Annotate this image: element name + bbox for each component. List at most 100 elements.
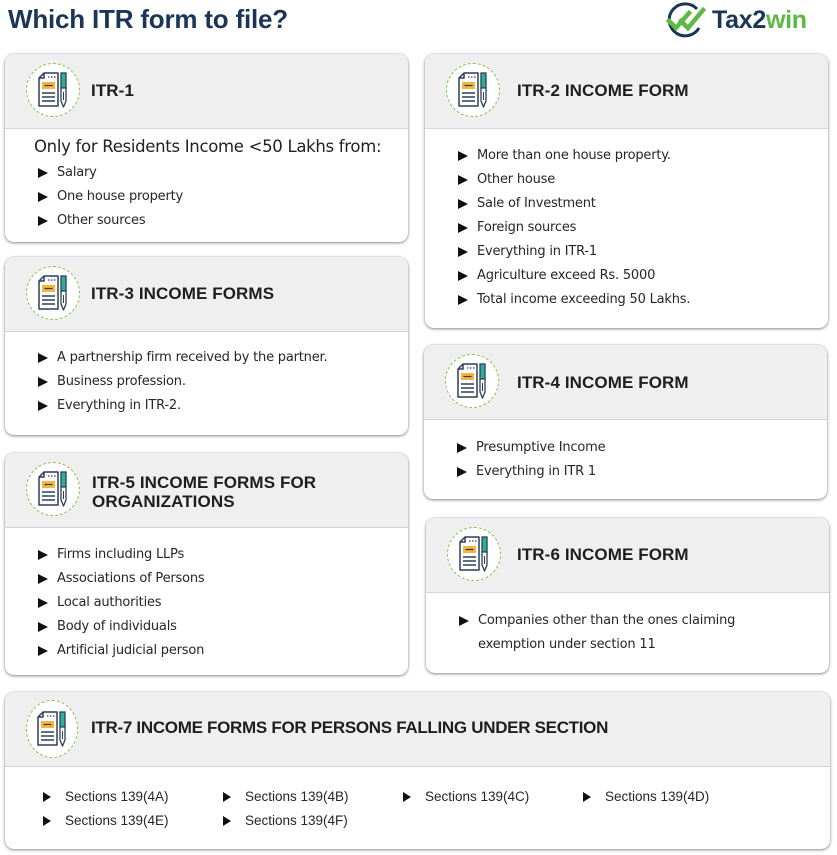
- itr5-title-line1: ITR-5 INCOME FORMS FOR: [92, 473, 317, 492]
- itr1-title: ITR-1: [91, 81, 134, 100]
- itr5-card: ITR-5 INCOME FORMS FOR ORGANIZATIONS Fir…: [5, 453, 408, 675]
- bullet-arrow-icon: [38, 401, 48, 411]
- bullet-arrow-icon: [583, 792, 591, 802]
- itr6-card-header: ITR-6 INCOME FORM: [426, 518, 829, 593]
- page-title: Which ITR form to file?: [8, 4, 288, 34]
- list-item: Body of individuals: [36, 615, 204, 639]
- itr4-title: ITR-4 INCOME FORM: [517, 373, 689, 392]
- itr6-title: ITR-6 INCOME FORM: [517, 545, 689, 564]
- list-item: Total income exceeding 50 Lakhs.: [456, 288, 690, 312]
- bullet-arrow-icon: [458, 223, 468, 233]
- itr7-title: ITR-7 INCOME FORMS FOR PERSONS FALLING U…: [91, 718, 609, 737]
- bullet-arrow-icon: [223, 792, 231, 802]
- list-item: More than one house property.: [456, 144, 690, 168]
- bullet-arrow-icon: [458, 247, 468, 257]
- itr3-badge: [26, 266, 80, 320]
- itr2-title: ITR-2 INCOME FORM: [517, 81, 689, 100]
- itr1-card-header: ITR-1: [5, 54, 408, 129]
- list-item: Local authorities: [36, 591, 204, 615]
- document-pen-icon: [33, 70, 73, 110]
- itr2-badge: [446, 63, 500, 117]
- bullet-arrow-icon: [38, 622, 48, 632]
- list-item: Agriculture exceed Rs. 5000: [456, 264, 690, 288]
- double-check-icon: [665, 2, 707, 38]
- bullet-arrow-icon: [403, 792, 411, 802]
- itr5-badge: [26, 462, 80, 516]
- bullet-arrow-icon: [457, 443, 467, 453]
- bullet-arrow-icon: [458, 151, 468, 161]
- list-item: One house property: [36, 185, 183, 209]
- bullet-arrow-icon: [459, 616, 469, 626]
- itr2-card-header: ITR-2 INCOME FORM: [425, 54, 828, 129]
- bullet-arrow-icon: [458, 271, 468, 281]
- list-item: Artificial judicial person: [36, 639, 204, 663]
- bullet-arrow-icon: [38, 598, 48, 608]
- bullet-arrow-icon: [38, 216, 48, 226]
- bullet-arrow-icon: [38, 192, 48, 202]
- list-item: Other sources: [36, 209, 183, 233]
- list-item: Sections 139(4F): [221, 809, 401, 833]
- itr3-card-header: ITR-3 INCOME FORMS: [5, 257, 408, 332]
- itr4-list: Presumptive Income Everything in ITR 1: [455, 436, 606, 484]
- itr7-card: ITR-7 INCOME FORMS FOR PERSONS FALLING U…: [5, 692, 830, 849]
- document-pen-icon: [33, 273, 73, 313]
- itr7-badge: [26, 700, 78, 758]
- document-pen-icon: [453, 70, 493, 110]
- bullet-arrow-icon: [38, 168, 48, 178]
- list-item: Companies other than the ones claiming e…: [457, 609, 802, 657]
- bullet-arrow-icon: [458, 295, 468, 305]
- itr2-list: More than one house property. Other hous…: [456, 144, 690, 312]
- bullet-arrow-icon: [43, 816, 51, 826]
- list-item: Business profession.: [36, 370, 327, 394]
- itr7-sections-list: Sections 139(4A) Sections 139(4B) Sectio…: [41, 785, 761, 833]
- bullet-arrow-icon: [38, 377, 48, 387]
- itr1-list: Salary One house property Other sources: [36, 161, 183, 233]
- itr1-card: ITR-1 Only for Residents Income <50 Lakh…: [5, 54, 408, 242]
- document-pen-icon: [32, 709, 72, 749]
- list-item: Salary: [36, 161, 183, 185]
- logo-text: Tax2win: [712, 5, 807, 34]
- bullet-arrow-icon: [38, 646, 48, 656]
- itr5-card-header: ITR-5 INCOME FORMS FOR ORGANIZATIONS: [5, 453, 408, 528]
- list-item: Sections 139(4B): [221, 785, 401, 809]
- bullet-arrow-icon: [43, 792, 51, 802]
- itr3-list: A partnership firm received by the partn…: [36, 346, 328, 418]
- tax2win-logo[interactable]: Tax2win: [664, 0, 807, 40]
- bullet-arrow-icon: [38, 574, 48, 584]
- itr6-list: Companies other than the ones claiming e…: [457, 609, 802, 657]
- itr5-title: ITR-5 INCOME FORMS FOR ORGANIZATIONS: [92, 473, 316, 511]
- itr5-title-line2: ORGANIZATIONS: [92, 492, 235, 511]
- bullet-arrow-icon: [38, 550, 48, 560]
- document-pen-icon: [452, 361, 492, 401]
- list-item: Foreign sources: [456, 216, 690, 240]
- itr1-intro: Only for Residents Income <50 Lakhs from…: [34, 137, 382, 156]
- list-item: Presumptive Income: [455, 436, 606, 460]
- list-item: Other house: [456, 168, 690, 192]
- itr4-card: ITR-4 INCOME FORM Presumptive Income Eve…: [424, 345, 827, 499]
- itr2-card: ITR-2 INCOME FORM More than one house pr…: [425, 54, 828, 328]
- itr4-badge: [445, 354, 499, 408]
- itr3-card: ITR-3 INCOME FORMS A partnership firm re…: [5, 257, 408, 435]
- bullet-arrow-icon: [458, 199, 468, 209]
- list-item: Sections 139(4E): [41, 809, 221, 833]
- list-item: Everything in ITR 1: [455, 460, 605, 484]
- list-item: Sale of Investment: [456, 192, 690, 216]
- bullet-arrow-icon: [38, 353, 48, 363]
- list-item: Associations of Persons: [36, 567, 205, 591]
- itr4-card-header: ITR-4 INCOME FORM: [424, 345, 827, 420]
- list-item: Firms including LLPs: [36, 543, 204, 567]
- itr1-badge: [26, 63, 80, 117]
- list-item: Sections 139(4D): [581, 785, 761, 809]
- list-item: Everything in ITR-2.: [36, 394, 327, 418]
- list-item: Sections 139(4C): [401, 785, 581, 809]
- list-item: Everything in ITR-1: [456, 240, 690, 264]
- itr5-list: Firms including LLPs Associations of Per…: [36, 543, 205, 663]
- document-pen-icon: [454, 534, 494, 574]
- list-item: Sections 139(4A): [41, 785, 221, 809]
- itr7-card-header: ITR-7 INCOME FORMS FOR PERSONS FALLING U…: [5, 692, 830, 767]
- document-pen-icon: [33, 469, 73, 509]
- itr6-badge: [447, 527, 501, 581]
- itr6-card: ITR-6 INCOME FORM Companies other than t…: [426, 518, 829, 673]
- bullet-arrow-icon: [223, 816, 231, 826]
- list-item: A partnership firm received by the partn…: [36, 346, 328, 370]
